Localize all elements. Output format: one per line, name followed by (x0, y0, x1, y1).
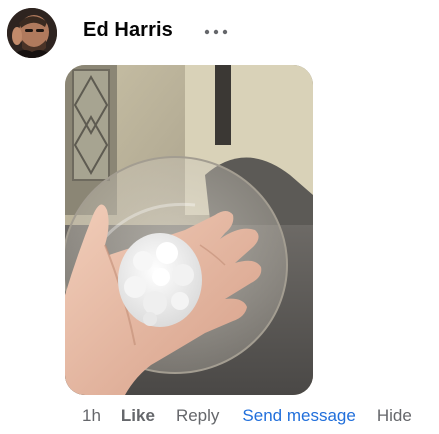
reply-button[interactable]: Reply (176, 406, 219, 426)
comment-actions: 1h Like Reply Send message Hide (82, 405, 412, 427)
hide-button[interactable]: Hide (377, 406, 412, 426)
author-avatar[interactable] (7, 8, 57, 58)
like-button[interactable]: Like (121, 406, 155, 426)
send-message-button[interactable]: Send message (242, 406, 355, 426)
author-name[interactable]: Ed Harris (83, 19, 173, 42)
post-photo[interactable] (65, 65, 313, 395)
timestamp[interactable]: 1h (82, 406, 101, 426)
more-options-icon[interactable] (201, 20, 231, 44)
